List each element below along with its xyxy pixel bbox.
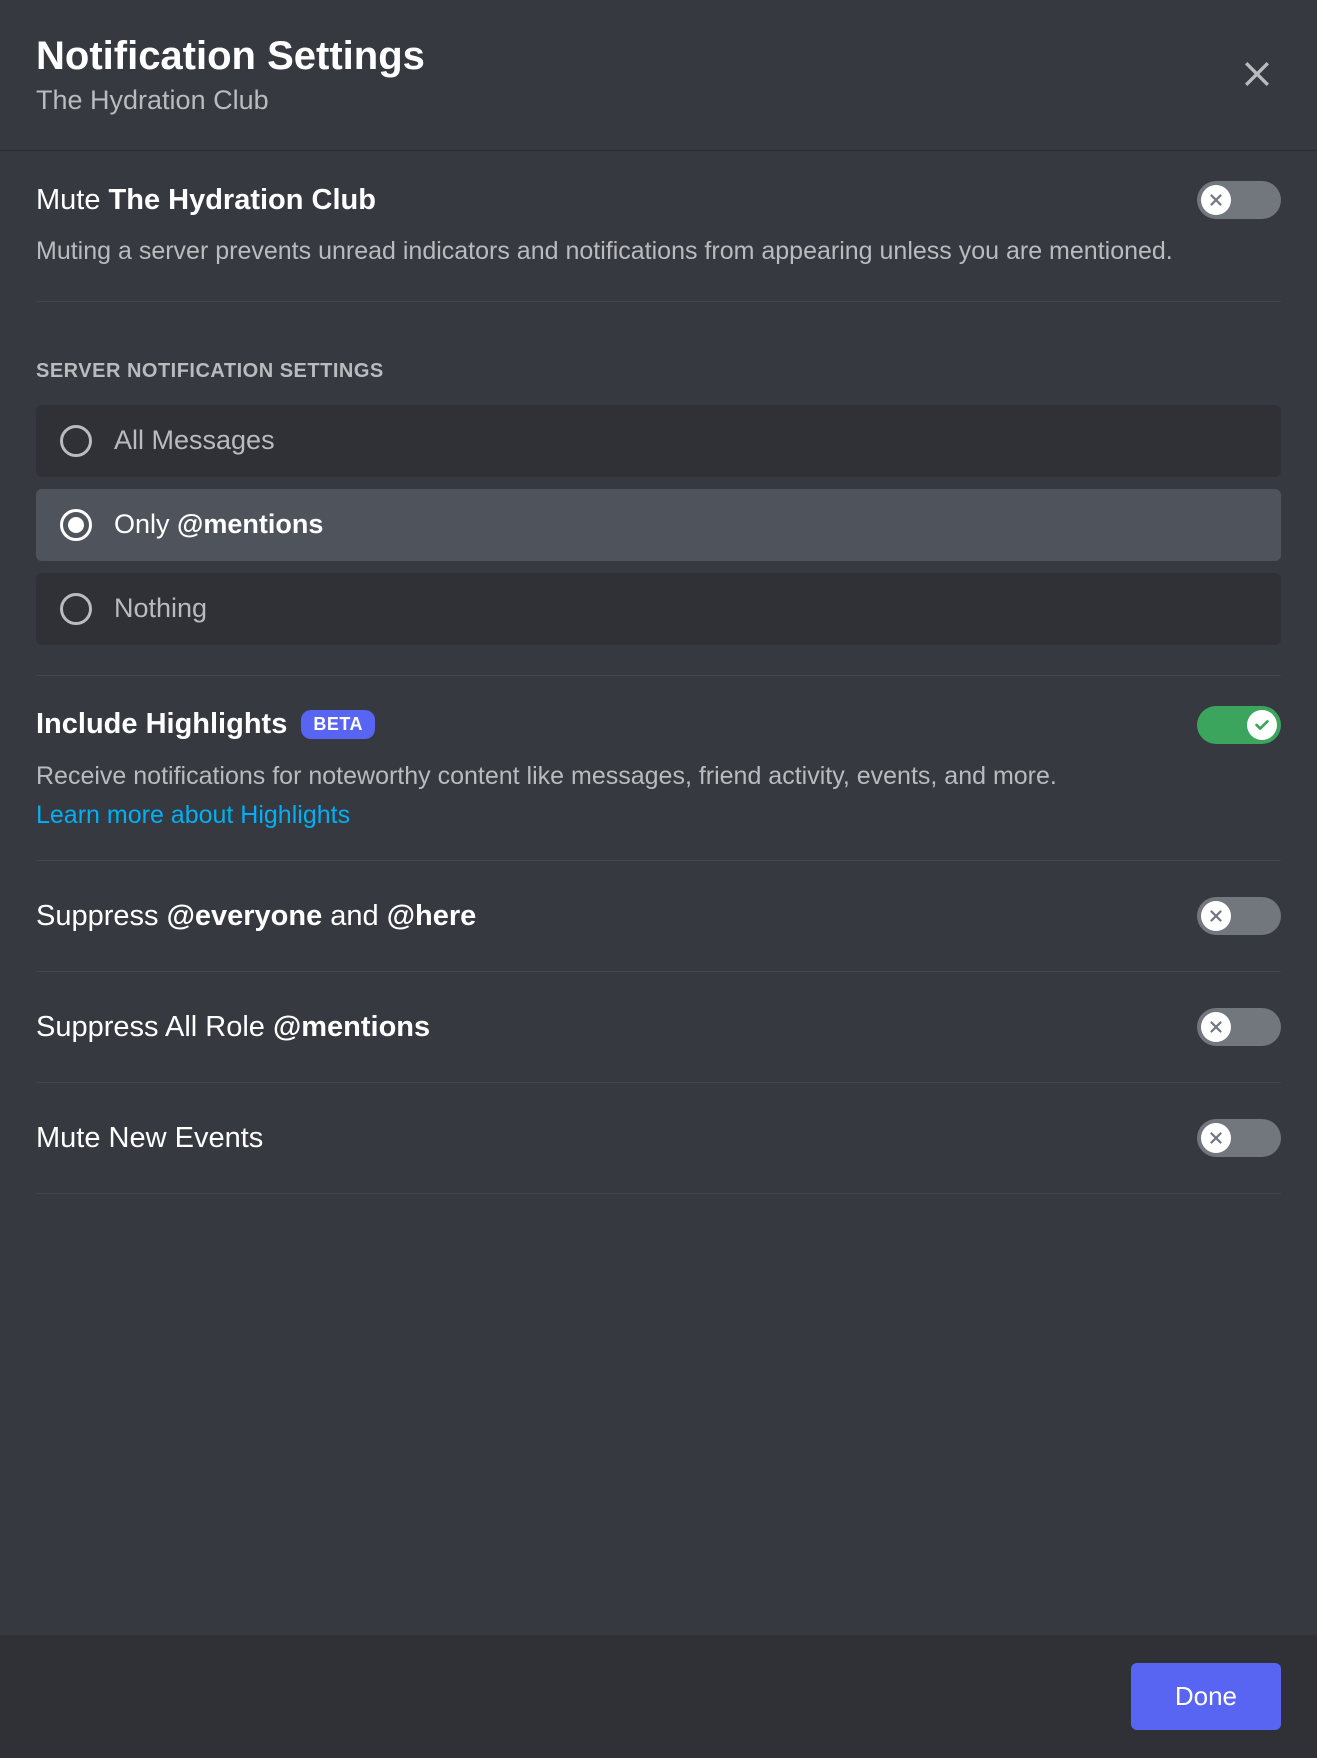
section-header: SERVER NOTIFICATION SETTINGS — [36, 360, 1281, 383]
modal-footer: Done — [0, 1635, 1317, 1758]
radio-only-mentions[interactable]: Only @mentions — [36, 489, 1281, 561]
mute-server-description: Muting a server prevents unread indicato… — [36, 233, 1281, 271]
mute-server-toggle[interactable] — [1197, 181, 1281, 219]
suppress-roles-label: Suppress All Role @mentions — [36, 1011, 430, 1044]
highlights-description: Receive notifications for noteworthy con… — [36, 758, 1281, 796]
radio-group: All Messages Only @mentions Nothing — [36, 405, 1281, 645]
mute-server-section: Mute The Hydration Club Muting a server … — [36, 151, 1281, 302]
toggle-knob — [1201, 1012, 1231, 1042]
mute-events-toggle[interactable] — [1197, 1119, 1281, 1157]
mute-server-label: Mute The Hydration Club — [36, 184, 376, 217]
suppress-roles-section: Suppress All Role @mentions — [36, 972, 1281, 1083]
radio-all-messages[interactable]: All Messages — [36, 405, 1281, 477]
mute-events-label: Mute New Events — [36, 1122, 263, 1155]
toggle-knob — [1201, 1123, 1231, 1153]
radio-icon — [60, 593, 92, 625]
highlights-section: Include Highlights BETA Receive notifica… — [36, 676, 1281, 862]
highlights-title: Include Highlights — [36, 708, 287, 741]
radio-icon — [60, 425, 92, 457]
toggle-knob — [1247, 710, 1277, 740]
notification-radio-section: SERVER NOTIFICATION SETTINGS All Message… — [36, 302, 1281, 676]
header-text: Notification Settings The Hydration Club — [36, 34, 425, 116]
modal-header: Notification Settings The Hydration Club — [0, 0, 1317, 151]
x-icon — [1207, 1018, 1225, 1036]
x-icon — [1207, 191, 1225, 209]
done-button[interactable]: Done — [1131, 1663, 1281, 1730]
highlights-learn-more-link[interactable]: Learn more about Highlights — [36, 801, 350, 830]
suppress-everyone-label: Suppress @everyone and @here — [36, 900, 476, 933]
toggle-knob — [1201, 185, 1231, 215]
x-icon — [1207, 1129, 1225, 1147]
suppress-roles-toggle[interactable] — [1197, 1008, 1281, 1046]
suppress-everyone-section: Suppress @everyone and @here — [36, 861, 1281, 972]
check-icon — [1253, 716, 1271, 734]
radio-nothing[interactable]: Nothing — [36, 573, 1281, 645]
radio-icon — [60, 509, 92, 541]
x-icon — [1207, 907, 1225, 925]
toggle-knob — [1201, 901, 1231, 931]
highlights-toggle[interactable] — [1197, 706, 1281, 744]
close-button[interactable] — [1239, 34, 1281, 97]
server-subtitle: The Hydration Club — [36, 85, 425, 116]
mute-events-section: Mute New Events — [36, 1083, 1281, 1194]
page-title: Notification Settings — [36, 34, 425, 79]
close-icon — [1239, 56, 1275, 92]
beta-badge: BETA — [301, 710, 375, 739]
suppress-everyone-toggle[interactable] — [1197, 897, 1281, 935]
